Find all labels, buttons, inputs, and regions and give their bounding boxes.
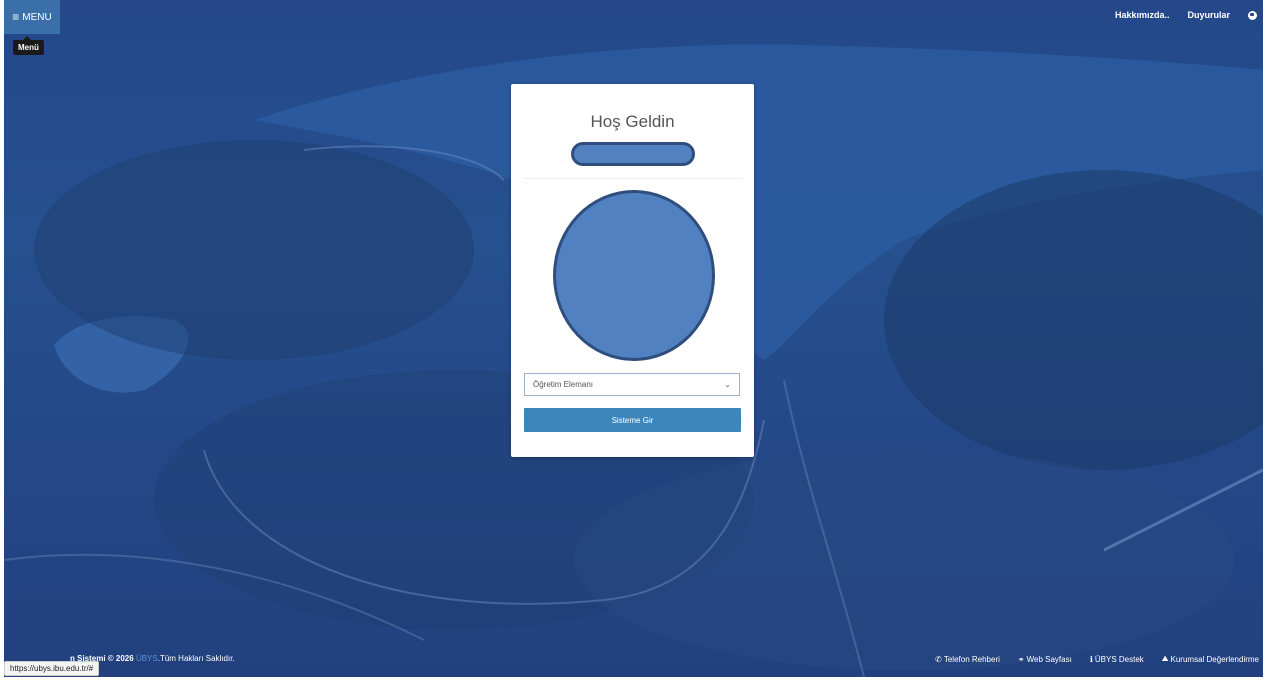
- nav-link-about[interactable]: Hakkımızda..: [1115, 10, 1170, 20]
- globe-icon[interactable]: [1248, 10, 1257, 20]
- role-select[interactable]: Öğretim Elemanı ⌄: [524, 373, 740, 396]
- footer-link-support[interactable]: ℹ ÜBYS Destek: [1090, 654, 1144, 664]
- menu-tooltip: Menü: [13, 36, 44, 55]
- image-icon: ⛰: [1161, 654, 1169, 663]
- top-nav: Hakkımızda.. Duyurular: [1115, 10, 1257, 20]
- login-title: Hoş Geldin: [590, 112, 675, 131]
- chevron-down-icon: ⌄: [724, 380, 731, 389]
- brand-link[interactable]: ÜBYS: [136, 654, 158, 663]
- menu-button-label: MENU: [22, 11, 52, 23]
- link-icon: ⚭: [1017, 654, 1025, 664]
- menu-button[interactable]: ≡ MENU: [4, 0, 60, 34]
- phone-icon: ✆: [935, 654, 942, 664]
- login-card: Hoş Geldin Öğretim Elemanı ⌄ Sisteme Gir: [511, 84, 754, 457]
- role-select-value: Öğretim Elemanı: [533, 380, 594, 389]
- divider: [524, 178, 741, 179]
- footer-link-label: Telefon Rehberi: [943, 654, 1000, 664]
- login-button[interactable]: Sisteme Gir: [524, 408, 741, 432]
- redacted-username-placeholder: [571, 142, 695, 166]
- rights-text: .Tüm Hakları Saklıdır.: [157, 654, 235, 663]
- footer-link-institutional-evaluation[interactable]: ⛰ Kurumsal Değerlendirme: [1162, 654, 1259, 664]
- footer-link-label: Kurumsal Değerlendirme: [1170, 654, 1259, 664]
- footer-link-website[interactable]: ⚭ Web Sayfası: [1018, 654, 1072, 664]
- footer-link-phone-directory[interactable]: ✆ Telefon Rehberi: [935, 654, 1000, 664]
- footer-link-label: Web Sayfası: [1026, 654, 1072, 664]
- hamburger-icon: ≡: [12, 10, 20, 24]
- redacted-logo-placeholder: [553, 190, 715, 361]
- info-icon: ℹ: [1089, 654, 1093, 664]
- footer-link-label: ÜBYS Destek: [1094, 654, 1144, 664]
- browser-status-url: https://ubys.ibu.edu.tr/#: [4, 661, 100, 676]
- nav-link-announcements[interactable]: Duyurular: [1187, 10, 1230, 20]
- footer-links: ✆ Telefon Rehberi ⚭ Web Sayfası ℹ ÜBYS D…: [935, 654, 1259, 664]
